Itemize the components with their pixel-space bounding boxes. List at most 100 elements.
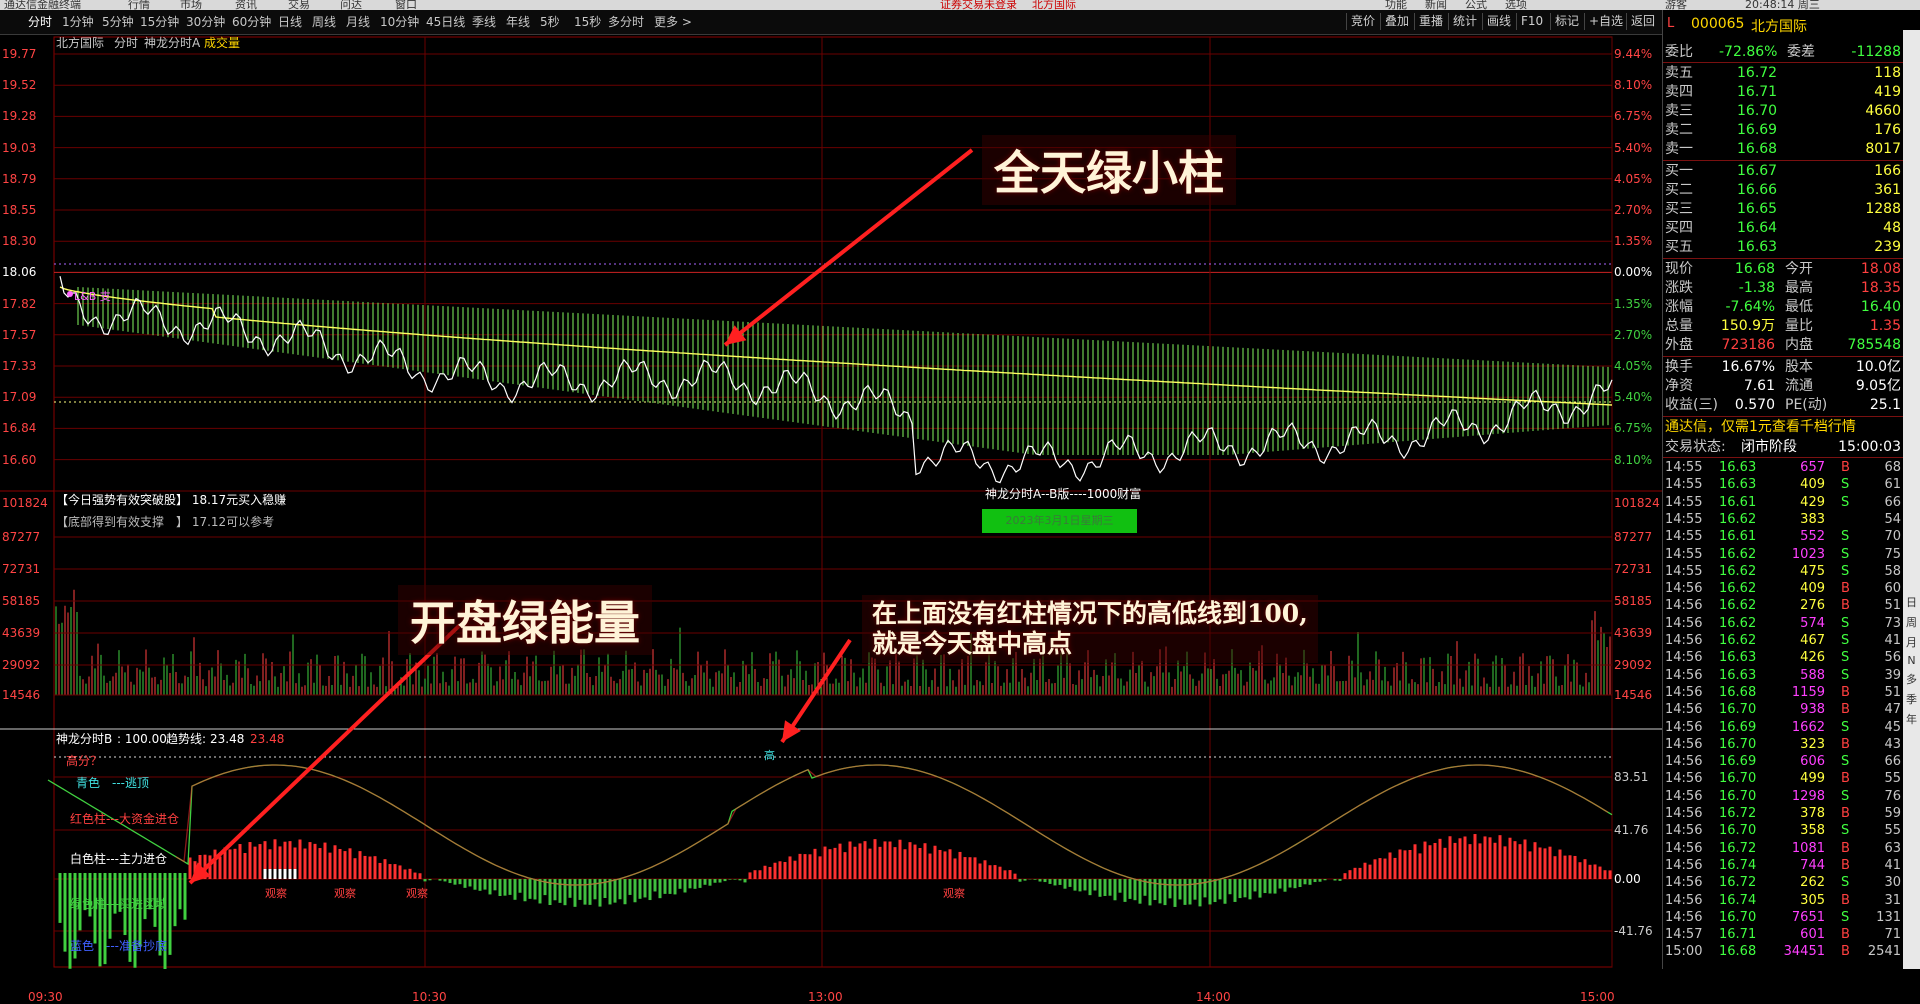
side-period-button[interactable]: N <box>1903 654 1920 667</box>
observe-label: 观察 <box>334 887 356 900</box>
indicator-bars <box>58 834 1612 969</box>
period-45day[interactable]: 45日线 <box>426 14 465 30</box>
bid-row-label: 买三 <box>1665 201 1693 217</box>
btn-stats[interactable]: 统计 <box>1448 13 1481 30</box>
tick-row: 14:56 16.62 467 S 41 <box>1663 632 1903 649</box>
menu-board[interactable]: 市场 <box>180 0 202 10</box>
period-day[interactable]: 日线 <box>278 14 302 30</box>
intraday-chart[interactable]: 北方国际 分时 神龙分时A 成交量 19.77 19.52 19.28 19.03 18… <box>0 35 1662 1004</box>
menu-trade[interactable]: 交易 <box>288 0 310 10</box>
tick-volume: 409 <box>1800 581 1825 597</box>
indicator-trend-value2: 23.48 <box>250 732 285 746</box>
tick-count: 2541 <box>1867 944 1901 960</box>
tick-row: 14:56 16.70 358 S 55 <box>1663 822 1903 839</box>
btn-draw[interactable]: 画线 <box>1482 13 1515 30</box>
price-axis-label: 19.52 <box>2 78 37 93</box>
tick-side: B <box>1841 702 1850 718</box>
tick-volume: 429 <box>1800 494 1825 510</box>
tick-time: 14:55 <box>1665 546 1703 562</box>
tick-price: 16.63 <box>1719 650 1757 666</box>
menu-wenda[interactable]: 问达 <box>340 0 362 10</box>
period-30min[interactable]: 30分钟 <box>186 14 225 30</box>
tick-row: 14:55 16.63 409 S 61 <box>1663 476 1903 493</box>
side-period-button[interactable]: 日 <box>1903 594 1920 610</box>
tick-count: 66 <box>1884 754 1901 770</box>
tick-price: 16.70 <box>1719 771 1757 787</box>
stat-value: 18.08 <box>1860 261 1901 277</box>
ask-row: 卖一 16.68 8017 <box>1663 140 1903 159</box>
period-15min[interactable]: 15分钟 <box>140 14 179 30</box>
btn-overlay[interactable]: 叠加 <box>1380 13 1413 30</box>
tick-row: 14:56 16.63 588 S 39 <box>1663 667 1903 684</box>
ask-row: 卖四 16.71 419 <box>1663 83 1903 102</box>
ask-row-price: 16.70 <box>1737 103 1778 119</box>
stat-label: 今开 <box>1785 261 1813 277</box>
menu-formula[interactable]: 公式 <box>1465 0 1487 10</box>
bid-row: 买五 16.63 239 <box>1663 238 1903 257</box>
period-fenshi[interactable]: 分时 <box>28 14 52 30</box>
menu-func[interactable]: 功能 <box>1385 0 1407 10</box>
price-axis-label: 19.03 <box>2 140 37 155</box>
indicator-trend-label: 趋势线: <box>166 732 207 746</box>
tick-side: S <box>1841 633 1850 648</box>
menu-news2[interactable]: 新闻 <box>1425 0 1447 10</box>
bid-row: 买一 16.67 166 <box>1663 162 1903 181</box>
login-status[interactable]: 证券交易未登录 <box>940 0 1017 10</box>
side-period-button[interactable]: 年 <box>1903 711 1920 727</box>
period-60min[interactable]: 60分钟 <box>232 14 271 30</box>
tick-count: 76 <box>1884 788 1901 804</box>
stat-label: 换手 <box>1665 359 1693 375</box>
btn-back[interactable]: 返回 <box>1626 13 1659 30</box>
side-period-button[interactable]: 季 <box>1903 691 1920 707</box>
quote-panel: L 000065 北方国际 委比 -72.86% 委差 -11288 卖五 16.72 11… <box>1662 10 1920 969</box>
separator <box>1663 457 1903 458</box>
price-axis-label: 18.30 <box>2 234 37 249</box>
btn-f10[interactable]: F10 <box>1516 13 1547 30</box>
pct-axis-label: 8.10% <box>1614 78 1653 93</box>
pct-axis-label: 4.05% <box>1614 359 1653 373</box>
ask-row-label: 卖三 <box>1665 103 1693 119</box>
stats-row: 涨跌 -1.38 最高 18.35 <box>1663 279 1903 298</box>
tick-price: 16.74 <box>1719 857 1757 873</box>
period-year[interactable]: 年线 <box>506 14 530 30</box>
side-period-button[interactable]: 月 <box>1903 634 1920 650</box>
tick-price: 16.62 <box>1719 581 1757 597</box>
menu-options[interactable]: 选项 <box>1505 0 1527 10</box>
tick-volume: 358 <box>1800 823 1825 839</box>
period-more[interactable]: 更多 > <box>654 14 692 30</box>
user-label[interactable]: 游客 <box>1665 0 1687 10</box>
tick-row: 14:55 16.63 657 B 68 <box>1663 459 1903 476</box>
btn-mark[interactable]: 标记 <box>1550 13 1583 30</box>
side-period-button[interactable]: 周 <box>1903 614 1920 630</box>
tick-side: B <box>1841 857 1850 873</box>
tick-side: S <box>1841 529 1850 545</box>
price-axis-label: 19.77 <box>2 47 37 61</box>
period-5sec[interactable]: 5秒 <box>540 14 560 30</box>
tick-time: 14:56 <box>1665 909 1703 925</box>
menu-market[interactable]: 行情 <box>128 0 150 10</box>
period-1min[interactable]: 1分钟 <box>62 14 94 30</box>
menu-window[interactable]: 窗口 <box>395 0 417 10</box>
stat-value: 785548 <box>1847 337 1901 353</box>
period-month[interactable]: 月线 <box>346 14 370 30</box>
promo-link[interactable]: 通达信，仅需1元查看千档行情 <box>1665 418 1905 437</box>
btn-replay[interactable]: 重播 <box>1414 13 1447 30</box>
period-15sec[interactable]: 15秒 <box>574 14 601 30</box>
ask-row-label: 卖二 <box>1665 122 1693 138</box>
btn-auction[interactable]: 竞价 <box>1346 13 1379 30</box>
period-5min[interactable]: 5分钟 <box>102 14 134 30</box>
period-multi[interactable]: 多分时 <box>608 14 644 30</box>
tick-price: 16.72 <box>1719 806 1757 821</box>
stat-label: PE(动) <box>1785 397 1828 413</box>
side-period-button[interactable]: 多 <box>1903 671 1920 687</box>
bid-row-volume: 1288 <box>1865 201 1901 217</box>
period-10min[interactable]: 10分钟 <box>380 14 419 30</box>
stat-label: 总量 <box>1665 318 1693 334</box>
time-axis-label: 09:30 <box>28 990 63 1004</box>
menu-news[interactable]: 资讯 <box>235 0 257 10</box>
period-quarter[interactable]: 季线 <box>472 14 496 30</box>
period-week[interactable]: 周线 <box>312 14 336 30</box>
volume-axis-label-left: 14546 <box>2 688 41 702</box>
tick-price: 16.62 <box>1719 563 1757 579</box>
btn-add-watch[interactable]: +自选 <box>1584 13 1627 30</box>
